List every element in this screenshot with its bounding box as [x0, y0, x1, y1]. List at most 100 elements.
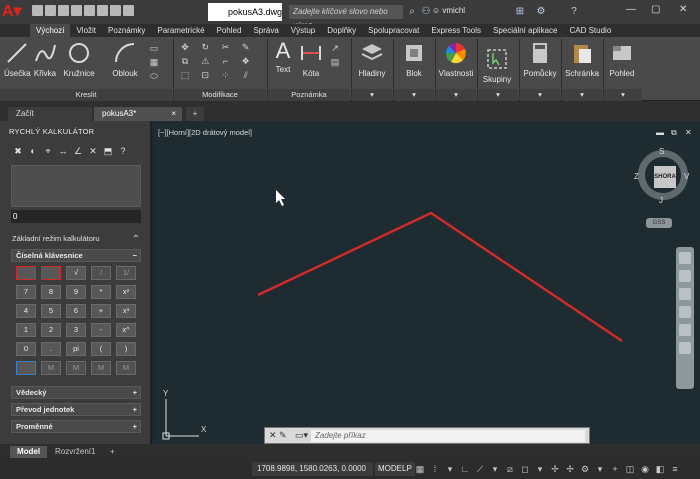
keypad-key[interactable]: 2 — [41, 323, 61, 337]
user-account[interactable]: ☺ vmichl — [432, 6, 465, 15]
drawing-canvas[interactable] — [154, 121, 700, 444]
erase-icon[interactable]: ✎ — [240, 41, 252, 53]
clean-screen-icon[interactable]: ≡ — [669, 463, 681, 475]
arc-button[interactable]: Oblouk — [108, 41, 142, 78]
search-icon[interactable]: ⌕ — [406, 6, 418, 18]
keypad-key[interactable]: M — [41, 361, 61, 375]
keypad-key[interactable] — [16, 266, 36, 280]
section-scientific[interactable]: Vědecký + — [11, 386, 141, 399]
mirror-icon[interactable]: ⚠ — [199, 55, 211, 67]
keypad-key[interactable]: x^ — [116, 323, 136, 337]
copy-icon[interactable]: ⧉ — [179, 55, 191, 67]
osnap-menu-icon[interactable]: ▾ — [534, 463, 546, 475]
keypad-key[interactable]: 5 — [41, 304, 61, 318]
rotate-icon[interactable]: ↻ — [199, 41, 211, 53]
isodraft-icon[interactable]: ⧄ — [504, 463, 516, 475]
viewcube-west[interactable]: Z — [634, 172, 639, 181]
cart-icon[interactable]: ⊞ — [514, 6, 526, 18]
keypad-key[interactable]: x² — [116, 285, 136, 299]
groups-panel-label[interactable]: ▾ — [478, 89, 518, 101]
maximize-button[interactable]: ▢ — [651, 4, 660, 15]
groups-button[interactable]: Skupiny — [479, 47, 515, 84]
model-tab[interactable]: Model — [10, 446, 48, 458]
table-icon[interactable]: ▤ — [329, 56, 341, 68]
tab-cad-studio[interactable]: CAD Studio — [563, 24, 617, 37]
scale-icon[interactable]: ⊡ — [199, 69, 211, 81]
keypad-key[interactable] — [16, 361, 36, 375]
autocad-logo-icon[interactable]: A▾ — [2, 2, 28, 22]
viewcube[interactable]: SHORA — [638, 150, 688, 200]
print-icon[interactable] — [84, 5, 95, 16]
keypad-key[interactable]: M — [116, 361, 136, 375]
annotation-panel-label[interactable]: Poznámka — [268, 89, 350, 101]
viewcube-north[interactable]: S — [659, 147, 664, 156]
section-variables[interactable]: Proměnné + — [11, 420, 141, 433]
polar-icon[interactable]: ⟋ — [474, 463, 486, 475]
close-window-button[interactable]: ✕ — [679, 4, 687, 15]
section-unit-conversion[interactable]: Převod jednotek + — [11, 403, 141, 416]
command-input[interactable]: Zadejte příkaz — [311, 430, 585, 442]
distance-icon[interactable]: ↔ — [58, 146, 68, 156]
workspace-menu-icon[interactable]: ▾ — [594, 463, 606, 475]
navbar-menu-icon[interactable] — [679, 342, 691, 354]
save-as-icon[interactable] — [71, 5, 82, 16]
help-icon[interactable]: ? — [568, 6, 580, 18]
new-tab-button[interactable]: + — [186, 107, 204, 121]
keypad-key[interactable]: + — [91, 304, 111, 318]
add-layout-button[interactable]: + — [103, 446, 122, 458]
keypad-key[interactable]: 1 — [16, 323, 36, 337]
tab-express-tools[interactable]: Express Tools — [425, 24, 487, 37]
tab-collaborate[interactable]: Spolupracovat — [362, 24, 425, 37]
text-button[interactable]: A Text — [270, 39, 296, 75]
drawing-tab[interactable]: pokusA3* × — [94, 107, 182, 121]
get-coordinates-icon[interactable]: ⌖ — [43, 146, 53, 156]
keypad-key[interactable]: 8 — [41, 285, 61, 299]
move-icon[interactable]: ✥ — [179, 41, 191, 53]
keypad-key[interactable]: 6 — [66, 304, 86, 318]
view-panel-label[interactable]: ▾ — [604, 89, 642, 101]
block-panel-label[interactable]: ▾ — [394, 89, 434, 101]
polar-menu-icon[interactable]: ▾ — [489, 463, 501, 475]
coordinate-readout[interactable]: 1708.9898, 1580.0263, 0.0000 — [252, 462, 373, 476]
keypad-key[interactable]: ) — [116, 342, 136, 356]
paste-icon[interactable]: ⬒ — [103, 146, 113, 156]
tab-view[interactable]: Pohled — [211, 24, 248, 37]
close-command-icon[interactable]: ✕ ✎ — [269, 430, 287, 441]
layers-panel-label[interactable]: ▾ — [352, 89, 392, 101]
redo-icon[interactable] — [110, 5, 121, 16]
history-icon[interactable]: ◐ — [28, 146, 38, 156]
tab-home[interactable]: Výchozí — [30, 24, 71, 37]
tab-insert[interactable]: Vložit — [70, 24, 102, 37]
dimension-button[interactable]: Kóta — [298, 41, 324, 78]
viewcube-east[interactable]: V — [684, 172, 689, 181]
keypad-key[interactable]: 1/ — [116, 266, 136, 280]
utilities-panel-label[interactable]: ▾ — [520, 89, 560, 101]
isolate-icon[interactable]: ◉ — [639, 463, 651, 475]
clipboard-button[interactable]: Schránka — [562, 41, 602, 78]
keypad-key[interactable]: 4 — [16, 304, 36, 318]
line-button[interactable]: Úsečka — [4, 41, 31, 78]
keypad-key[interactable]: x³ — [116, 304, 136, 318]
snap-menu-icon[interactable]: ▾ — [444, 463, 456, 475]
units-icon[interactable]: ◫ — [624, 463, 636, 475]
polyline-button[interactable]: Křivka — [32, 41, 58, 78]
leader-icon[interactable]: ↗ — [329, 42, 341, 54]
add-scale-icon[interactable]: + — [609, 463, 621, 475]
hardware-acceleration-icon[interactable]: ◧ — [654, 463, 666, 475]
pan-icon[interactable] — [679, 270, 691, 282]
keypad-key[interactable]: √ — [66, 266, 86, 280]
angle-icon[interactable]: ∠ — [73, 146, 83, 156]
workspace-icon[interactable]: ⚙ — [579, 463, 591, 475]
section-numeric-keypad[interactable]: Číselná klávesnice − — [11, 249, 141, 262]
keypad-key[interactable]: 7 — [16, 285, 36, 299]
start-tab[interactable]: Začít — [8, 107, 92, 121]
ortho-icon[interactable]: ∟ — [459, 463, 471, 475]
tab-addins[interactable]: Doplňky — [321, 24, 362, 37]
explode-icon[interactable]: ❖ — [240, 55, 252, 67]
trim-icon[interactable]: ✂ — [219, 41, 231, 53]
keypad-key[interactable]: / — [91, 266, 111, 280]
keypad-key[interactable]: pi — [66, 342, 86, 356]
array-icon[interactable]: ⁘ — [219, 69, 231, 81]
close-tab-icon[interactable]: × — [171, 107, 176, 121]
tab-annotate[interactable]: Poznámky — [102, 24, 151, 37]
